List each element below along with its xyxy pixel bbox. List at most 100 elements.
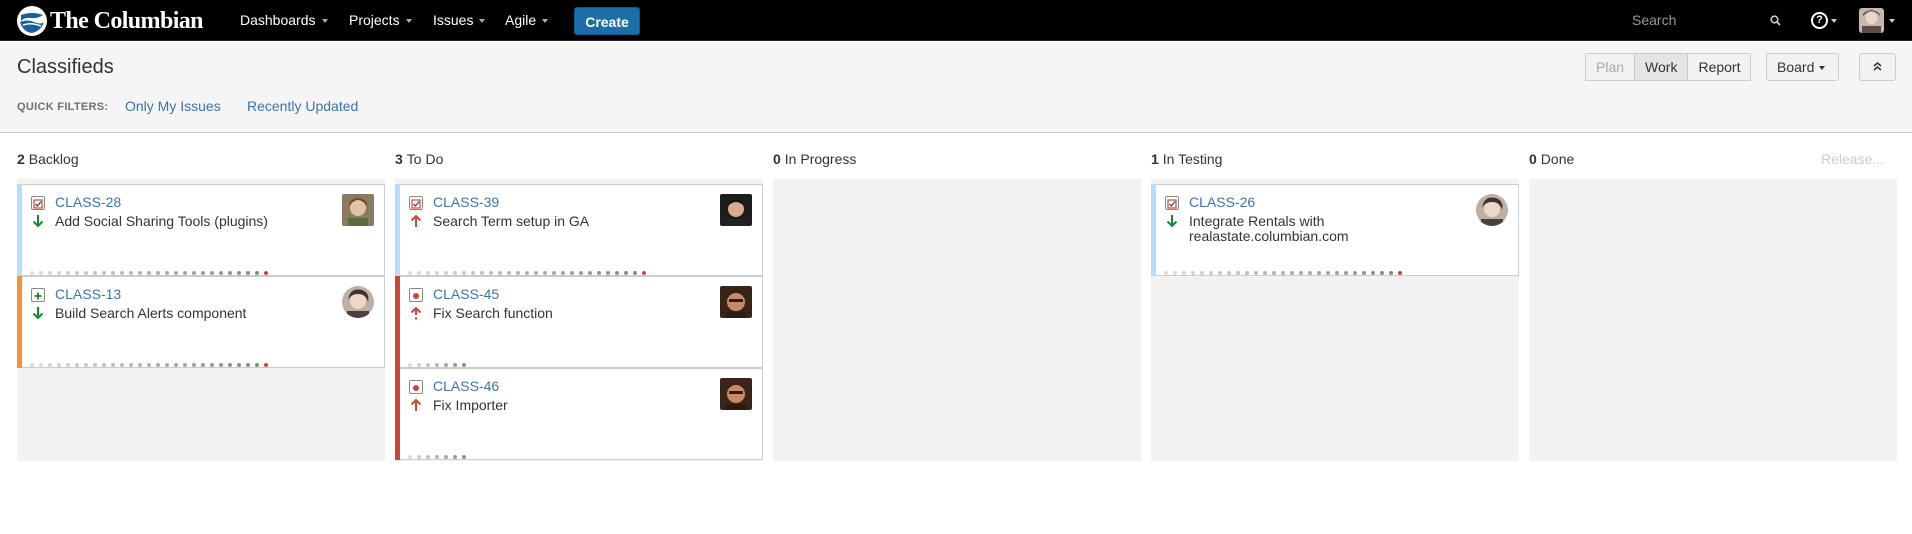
quick-filter-only-my-issues[interactable]: Only My Issues xyxy=(125,98,221,114)
issue-key[interactable]: CLASS-39 xyxy=(433,194,499,210)
age-dot xyxy=(480,271,484,275)
columbian-logo[interactable]: The Columbian xyxy=(17,5,204,36)
board-menu-button[interactable]: Board xyxy=(1766,53,1839,81)
search-field[interactable] xyxy=(1622,7,1772,34)
chevron-down-icon xyxy=(405,19,412,24)
page-title: Classifieds xyxy=(17,56,114,78)
age-dot xyxy=(84,271,88,275)
issue-summary: Fix Search function xyxy=(433,305,553,321)
nav-projects[interactable]: Projects xyxy=(349,0,412,41)
quick-filter-recently-updated[interactable]: Recently Updated xyxy=(247,98,358,114)
age-dot xyxy=(156,271,160,275)
column-in-testing: CLASS-26 Integrate Rentals with realasta… xyxy=(1151,179,1519,461)
column-name: Backlog xyxy=(28,151,79,167)
age-dot xyxy=(453,455,457,459)
progress-dots xyxy=(408,455,466,459)
age-dot xyxy=(219,271,223,275)
issue-key[interactable]: CLASS-45 xyxy=(433,286,499,302)
release-link[interactable]: Release... xyxy=(1821,151,1884,167)
work-mode-button[interactable]: Work xyxy=(1635,53,1689,81)
age-dot xyxy=(507,271,511,275)
age-dot xyxy=(201,271,205,275)
age-dot xyxy=(129,271,133,275)
age-dot xyxy=(516,271,520,275)
age-dot xyxy=(1371,271,1375,275)
issue-key[interactable]: CLASS-28 xyxy=(55,194,121,210)
age-dot xyxy=(498,271,502,275)
age-dot xyxy=(84,363,88,367)
issue-key[interactable]: CLASS-46 xyxy=(433,378,499,394)
low-priority-arrow-icon xyxy=(32,215,44,228)
nav-dashboards-label: Dashboards xyxy=(240,12,316,28)
age-dot xyxy=(111,363,115,367)
age-dot xyxy=(435,271,439,275)
board-menu-label: Board xyxy=(1777,59,1815,75)
search-input[interactable] xyxy=(1632,12,1742,28)
age-dot xyxy=(183,363,187,367)
help-icon[interactable]: ? xyxy=(1811,12,1828,29)
age-dot xyxy=(444,363,448,367)
column-todo: CLASS-39 Search Term setup in GA CLASS-4… xyxy=(395,179,763,461)
chevron-down-icon xyxy=(321,19,328,24)
progress-dots xyxy=(30,271,268,275)
age-dot xyxy=(93,363,97,367)
age-dot xyxy=(255,363,259,367)
age-dot xyxy=(264,363,268,367)
age-dot xyxy=(75,363,79,367)
create-button[interactable]: Create xyxy=(574,7,640,35)
column-count: 3 xyxy=(395,151,403,167)
issue-card[interactable]: CLASS-28 Add Social Sharing Tools (plugi… xyxy=(17,184,385,276)
card-status-stripe xyxy=(17,276,22,368)
age-dot xyxy=(1272,271,1276,275)
issue-card[interactable]: CLASS-13 Build Search Alerts component xyxy=(17,276,385,368)
assignee-avatar xyxy=(342,194,374,226)
age-dot xyxy=(1200,271,1204,275)
issue-card[interactable]: CLASS-45 Fix Search function xyxy=(395,276,763,368)
issue-card[interactable]: CLASS-46 Fix Importer xyxy=(395,368,763,460)
column-header-in-progress: 0 In Progress xyxy=(773,151,856,167)
age-dot xyxy=(426,363,430,367)
age-dot xyxy=(453,363,457,367)
issue-key[interactable]: CLASS-26 xyxy=(1189,194,1255,210)
age-dot xyxy=(165,363,169,367)
nav-issues[interactable]: Issues xyxy=(433,0,486,41)
age-dot xyxy=(219,363,223,367)
issue-key[interactable]: CLASS-13 xyxy=(55,286,121,302)
report-mode-button[interactable]: Report xyxy=(1688,53,1752,81)
column-header-in-testing: 1 In Testing xyxy=(1151,151,1222,167)
collapse-header-button[interactable] xyxy=(1859,53,1896,81)
column-name: In Testing xyxy=(1162,151,1223,167)
age-dot xyxy=(210,271,214,275)
issue-card[interactable]: CLASS-39 Search Term setup in GA xyxy=(395,184,763,276)
age-dot xyxy=(1398,271,1402,275)
age-dot xyxy=(1389,271,1393,275)
age-dot xyxy=(228,363,232,367)
nav-dashboards[interactable]: Dashboards xyxy=(240,0,328,41)
age-dot xyxy=(1164,271,1168,275)
user-avatar[interactable] xyxy=(1859,8,1884,33)
assignee-avatar xyxy=(720,378,752,410)
high-priority-arrow-icon xyxy=(410,214,422,227)
bug-icon xyxy=(409,288,423,302)
age-dot xyxy=(57,271,61,275)
issue-card[interactable]: CLASS-26 Integrate Rentals with realasta… xyxy=(1151,184,1519,276)
age-dot xyxy=(138,271,142,275)
age-dot xyxy=(48,363,52,367)
age-dot xyxy=(111,271,115,275)
age-dot xyxy=(615,271,619,275)
age-dot xyxy=(408,363,412,367)
board-header: Classifieds QUICK FILTERS: Only My Issue… xyxy=(0,42,1912,133)
card-status-stripe xyxy=(1151,184,1156,276)
age-dot xyxy=(642,271,646,275)
column-backlog: CLASS-28 Add Social Sharing Tools (plugi… xyxy=(17,179,385,461)
age-dot xyxy=(255,271,259,275)
plan-mode-button[interactable]: Plan xyxy=(1585,53,1636,81)
age-dot xyxy=(156,363,160,367)
nav-agile[interactable]: Agile xyxy=(505,0,549,41)
age-dot xyxy=(588,271,592,275)
task-icon xyxy=(409,196,423,210)
search-icon[interactable] xyxy=(1770,15,1781,26)
age-dot xyxy=(201,363,205,367)
age-dot xyxy=(471,271,475,275)
age-dot xyxy=(102,363,106,367)
